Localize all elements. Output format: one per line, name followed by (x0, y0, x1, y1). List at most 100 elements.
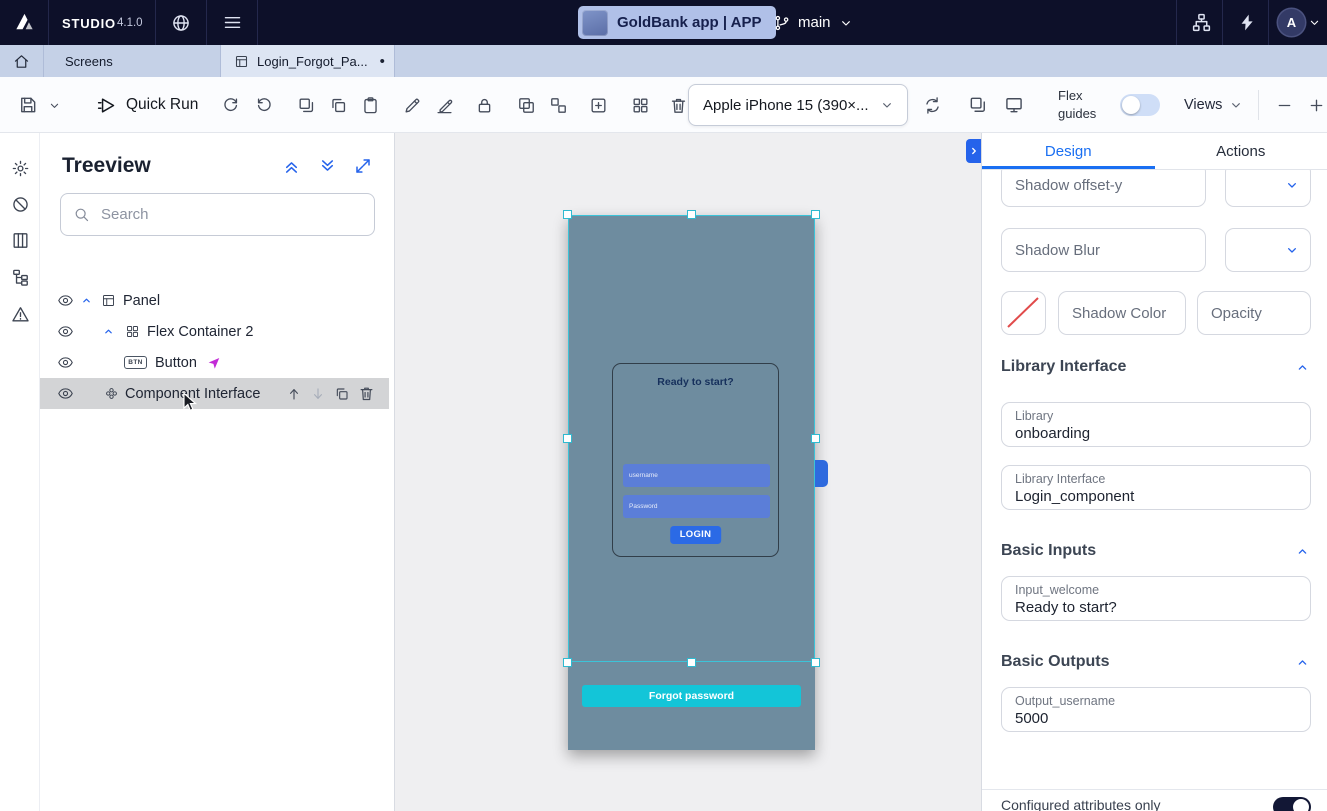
tree-item-button[interactable]: BTN Button (40, 347, 389, 378)
tab-login-forgot-page[interactable]: Login_Forgot_Pa... • (221, 45, 395, 77)
warnings-strip-button[interactable] (0, 297, 40, 331)
tree-item-panel[interactable]: Panel (40, 285, 389, 316)
save-button[interactable] (14, 91, 42, 119)
phone-artboard[interactable]: Ready to start? username Password LOGIN … (568, 215, 815, 750)
preview-monitor-button[interactable] (1000, 91, 1028, 119)
duplicate-screen-button[interactable] (964, 91, 992, 119)
ungroup-button[interactable] (544, 91, 572, 119)
undo-button[interactable] (216, 91, 244, 119)
input-welcome-field[interactable]: Input_welcome Ready to start? (1001, 576, 1311, 621)
collapse-chevron[interactable] (80, 294, 93, 307)
opacity-input[interactable]: Opacity (1197, 291, 1311, 335)
language-globe-button[interactable] (163, 0, 199, 45)
shadow-offset-y-input[interactable]: Shadow offset-y (1001, 170, 1206, 207)
login-button[interactable]: LOGIN (670, 526, 722, 544)
views-dropdown[interactable]: Views (1184, 77, 1244, 133)
forgot-password-button[interactable]: Forgot password (582, 685, 801, 707)
copy-button[interactable] (324, 91, 352, 119)
welcome-text: Ready to start? (613, 376, 778, 388)
visibility-toggle[interactable] (57, 354, 74, 371)
panel-collapse-button[interactable] (966, 139, 981, 163)
section-collapse-button[interactable] (1295, 360, 1310, 375)
library-interface-field[interactable]: Library Interface Login_component (1001, 465, 1311, 510)
collapse-all-button[interactable] (282, 157, 301, 176)
save-options-button[interactable] (44, 91, 64, 119)
expand-panel-button[interactable] (354, 157, 372, 175)
attributes-footer: Configured attributes only (982, 789, 1327, 811)
restrictions-strip-button[interactable] (0, 187, 40, 221)
project-chip[interactable]: GoldBank app | APP (578, 6, 776, 39)
lock-button[interactable] (470, 91, 498, 119)
quick-run-button[interactable]: Quick Run (96, 77, 198, 133)
rename-button[interactable] (398, 91, 426, 119)
paste-button[interactable] (356, 91, 384, 119)
account-chevron-down-icon[interactable] (1307, 15, 1322, 30)
output-username-field[interactable]: Output_username 5000 (1001, 687, 1311, 732)
components-grid-button[interactable] (626, 91, 654, 119)
main-menu-button[interactable] (214, 0, 250, 45)
resize-handle[interactable] (687, 658, 696, 667)
design-canvas[interactable]: Ready to start? username Password LOGIN … (395, 133, 981, 811)
search-input[interactable] (60, 193, 375, 236)
library-field[interactable]: Library onboarding (1001, 402, 1311, 447)
configured-attributes-toggle[interactable] (1273, 797, 1311, 811)
resize-handle[interactable] (563, 434, 572, 443)
shadow-color-swatch[interactable] (1001, 291, 1046, 335)
library-strip-button[interactable] (0, 223, 40, 257)
tree-search (60, 193, 375, 236)
visibility-toggle[interactable] (57, 292, 74, 309)
resize-handle[interactable] (811, 210, 820, 219)
settings-strip-button[interactable] (0, 151, 40, 185)
expand-all-button[interactable] (318, 157, 337, 176)
app-logo-button[interactable] (0, 0, 49, 45)
treeview-strip-button[interactable] (0, 260, 40, 294)
tree-item-component-interface[interactable]: Component Interface (40, 378, 389, 409)
component-hierarchy-button[interactable] (1183, 0, 1219, 45)
quick-actions-button[interactable] (1229, 0, 1265, 45)
project-chip-label: GoldBank app | APP (617, 14, 762, 31)
redo-button[interactable] (250, 91, 278, 119)
refresh-preview-button[interactable] (918, 91, 946, 119)
branch-selector[interactable]: main (773, 0, 854, 45)
collapse-chevron[interactable] (102, 325, 115, 338)
add-frame-button[interactable] (584, 91, 612, 119)
tab-design[interactable]: Design (982, 133, 1155, 169)
section-collapse-button[interactable] (1295, 655, 1310, 670)
eye-icon (57, 354, 74, 371)
shadow-offset-y-unit-dropdown[interactable] (1225, 170, 1311, 207)
visibility-toggle[interactable] (57, 385, 74, 402)
resize-handle[interactable] (563, 658, 572, 667)
tab-actions[interactable]: Actions (1155, 133, 1327, 169)
group-button[interactable] (512, 91, 540, 119)
resize-handle[interactable] (563, 210, 572, 219)
resize-handle[interactable] (811, 434, 820, 443)
shadow-blur-input[interactable]: Shadow Blur (1001, 228, 1206, 272)
delete-node-button[interactable] (358, 385, 375, 402)
zoom-out-button[interactable] (1270, 91, 1298, 119)
section-collapse-button[interactable] (1295, 544, 1310, 559)
home-tab[interactable] (0, 45, 44, 77)
password-field[interactable]: Password (623, 495, 770, 518)
username-field[interactable]: username (623, 464, 770, 487)
move-up-button[interactable] (286, 386, 302, 402)
duplicate-node-button[interactable] (334, 386, 350, 402)
move-down-button[interactable] (310, 386, 326, 402)
shadow-color-input[interactable]: Shadow Color (1058, 291, 1186, 335)
tab-screens[interactable]: Screens (44, 45, 221, 77)
zoom-in-button[interactable] (1302, 91, 1327, 119)
device-selector[interactable]: Apple iPhone 15 (390×... (688, 84, 908, 126)
visibility-toggle[interactable] (57, 323, 74, 340)
shadow-blur-unit-dropdown[interactable] (1225, 228, 1311, 272)
style-painter-button[interactable] (430, 91, 458, 119)
duplicate-button[interactable] (292, 91, 320, 119)
resize-handle[interactable] (687, 210, 696, 219)
divider (1258, 90, 1259, 120)
login-card[interactable]: Ready to start? username Password LOGIN (612, 363, 779, 557)
copy-icon (329, 96, 348, 115)
user-avatar[interactable]: A (1278, 9, 1305, 36)
flex-guides-toggle[interactable] (1120, 94, 1160, 116)
chevron-down-icon (1284, 242, 1300, 258)
drag-handle[interactable] (815, 460, 828, 487)
resize-handle[interactable] (811, 658, 820, 667)
tree-item-flex-container[interactable]: Flex Container 2 (40, 316, 389, 347)
